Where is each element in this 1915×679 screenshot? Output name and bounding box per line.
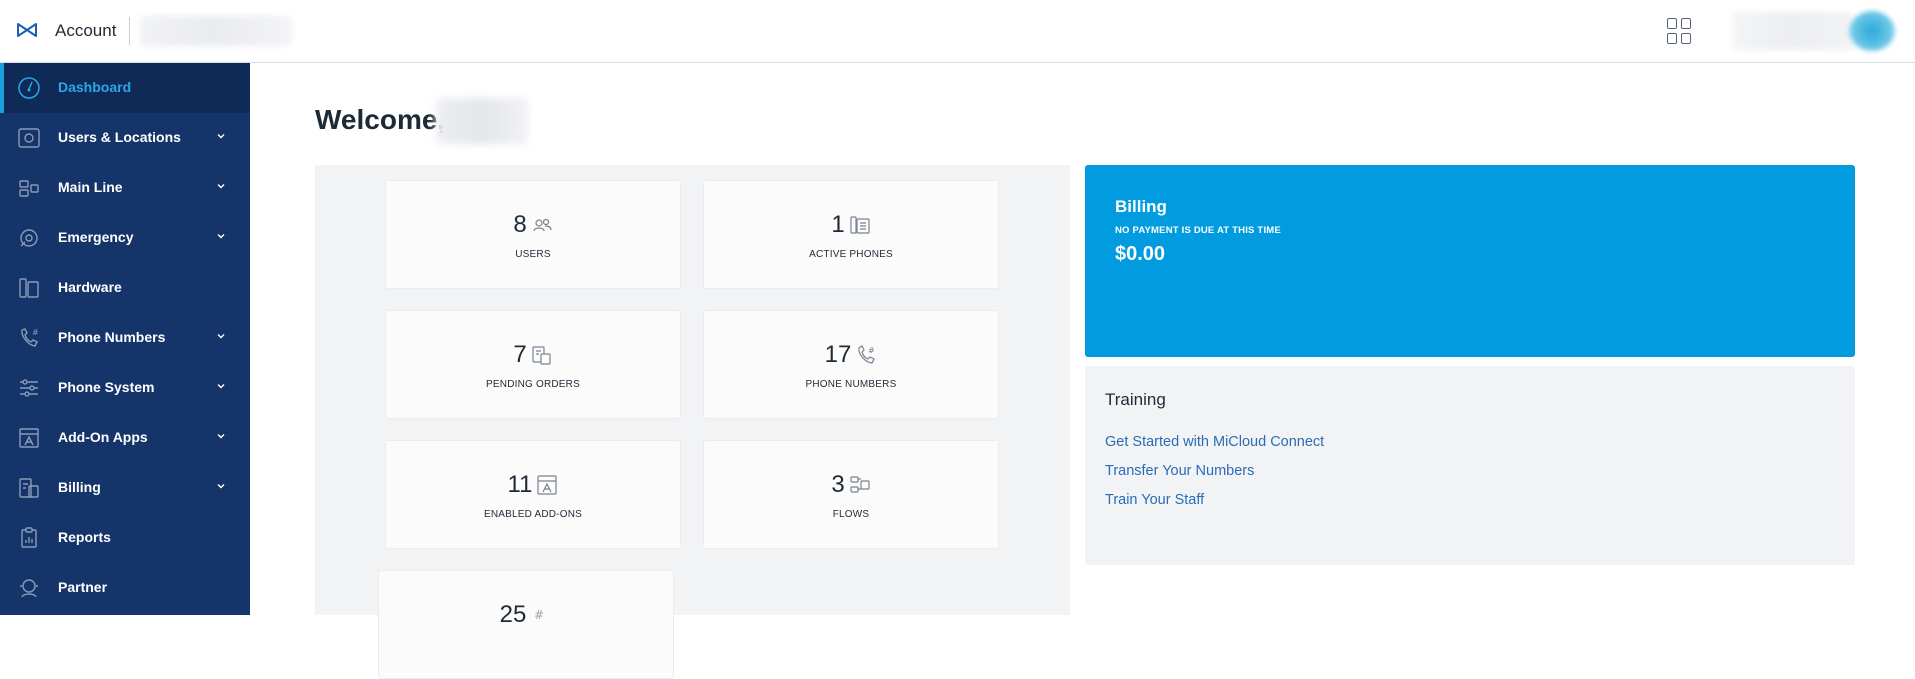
svg-text:#: # xyxy=(32,328,39,337)
chevron-down-icon xyxy=(217,184,225,189)
sidebar-item-label: Billing xyxy=(58,479,101,495)
sidebar-item-reports[interactable]: Reports xyxy=(0,513,250,563)
emergency-icon xyxy=(20,229,38,247)
sidebar-item-label: Phone Numbers xyxy=(58,329,166,345)
apps-store-icon xyxy=(537,475,558,495)
top-bar: Account xyxy=(0,0,1915,63)
training-card: Training Get Started with MiCloud Connec… xyxy=(1085,366,1855,565)
apps-grid-icon[interactable] xyxy=(1667,18,1691,44)
avatar[interactable] xyxy=(1849,11,1895,51)
sidebar-item-dashboard[interactable]: Dashboard xyxy=(0,63,250,113)
billing-card[interactable]: Billing NO PAYMENT IS DUE AT THIS TIME $… xyxy=(1085,165,1855,357)
users-icon xyxy=(533,218,552,232)
billing-title: Billing xyxy=(1115,197,1167,216)
user-menu[interactable] xyxy=(1733,10,1903,52)
stat-label: PENDING ORDERS xyxy=(486,379,580,390)
sliders-icon xyxy=(20,379,38,397)
sidebar-item-label: Hardware xyxy=(58,279,122,295)
training-link-get-started[interactable]: Get Started with MiCloud Connect xyxy=(1105,434,1324,450)
sidebar-item-partner[interactable]: Partner xyxy=(0,563,250,613)
stat-value: 7 xyxy=(513,341,527,368)
sidebar-item-users-locations[interactable]: Users & Locations xyxy=(0,113,250,163)
chevron-down-icon xyxy=(217,334,225,339)
stat-label: PHONE NUMBERS xyxy=(805,379,897,390)
stat-label: USERS xyxy=(515,249,551,260)
chevron-down-icon xyxy=(217,234,225,239)
stats-panel: 8 USERS 1 ACTIVE PHONES 7 PENDING ORDERS… xyxy=(315,165,1070,679)
title-divider xyxy=(129,17,130,45)
user-name-redacted xyxy=(1733,12,1853,50)
sidebar-item-label: Dashboard xyxy=(58,79,132,95)
partner-icon xyxy=(20,579,38,598)
location-pin-icon xyxy=(18,128,40,148)
stat-value: 25 xyxy=(499,601,527,628)
stat-label: ACTIVE PHONES xyxy=(809,249,893,260)
flows-icon xyxy=(850,476,870,493)
sidebar-item-hardware[interactable]: Hardware xyxy=(0,263,250,313)
sidebar-item-label: Main Line xyxy=(58,179,123,195)
chevron-down-icon xyxy=(217,484,225,489)
phone-hash-icon: # xyxy=(21,328,39,347)
training-link-train-staff[interactable]: Train Your Staff xyxy=(1105,492,1204,508)
sidebar-item-label: Users & Locations xyxy=(58,129,181,145)
billing-subtitle: NO PAYMENT IS DUE AT THIS TIME xyxy=(1115,225,1281,236)
main-line-icon xyxy=(19,180,39,197)
chevron-down-icon xyxy=(217,384,225,389)
sidebar-item-billing[interactable]: Billing xyxy=(0,463,250,513)
stat-label: ENABLED ADD-ONS xyxy=(483,509,583,520)
user-name-redacted xyxy=(436,98,528,144)
billing-amount: $0.00 xyxy=(1115,243,1166,265)
pending-orders-icon xyxy=(532,346,551,365)
sidebar-item-phone-numbers[interactable]: # Phone Numbers xyxy=(0,313,250,363)
stat-value: 11 xyxy=(507,471,533,498)
sidebar-item-phone-system[interactable]: Phone System xyxy=(0,363,250,413)
sidebar-item-main-line[interactable]: Main Line xyxy=(0,163,250,213)
sidebar-item-label: Reports xyxy=(58,529,111,545)
desk-phone-icon xyxy=(850,216,870,234)
stat-value: 3 xyxy=(831,471,845,498)
svg-text:#: # xyxy=(534,608,544,622)
micloud-logo-icon[interactable] xyxy=(17,22,37,38)
speedometer-icon xyxy=(18,77,40,99)
svg-text:#: # xyxy=(868,346,875,355)
sidebar-item-label: Add-On Apps xyxy=(58,429,148,445)
sidebar-item-add-on-apps[interactable]: Add-On Apps xyxy=(0,413,250,463)
reports-icon xyxy=(21,527,37,548)
phone-hash-icon: # xyxy=(858,345,875,364)
stat-card-users[interactable]: 8 USERS xyxy=(385,180,681,289)
stat-card-flows[interactable]: 3 FLOWS xyxy=(703,440,999,549)
stat-card-enabled-add-ons[interactable]: 11 ENABLED ADD-ONS xyxy=(385,440,681,549)
sidebar-item-label: Phone System xyxy=(58,379,155,395)
page-title: Welcome, xyxy=(315,104,446,135)
stat-card-pending-orders[interactable]: 7 PENDING ORDERS xyxy=(385,310,681,419)
account-name-redacted xyxy=(140,16,292,46)
sidebar-item-label: Emergency xyxy=(58,229,134,245)
sidebar: Dashboard Users & Locations Main Line Em… xyxy=(0,63,250,615)
stat-value: 17 xyxy=(824,341,852,368)
stat-label: FLOWS xyxy=(832,509,870,520)
hardware-icon xyxy=(19,278,39,298)
sidebar-item-label: Partner xyxy=(58,579,108,595)
stat-card-partial[interactable]: 25 # xyxy=(378,570,674,679)
billing-icon xyxy=(19,478,39,498)
stat-card-phone-numbers[interactable]: 17 # PHONE NUMBERS xyxy=(703,310,999,419)
chevron-down-icon xyxy=(217,434,225,439)
stat-value: 1 xyxy=(831,211,845,238)
app-title: Account xyxy=(55,21,117,40)
stat-value: 8 xyxy=(513,211,527,238)
training-title: Training xyxy=(1105,390,1166,409)
chevron-down-icon xyxy=(217,134,225,139)
sidebar-item-emergency[interactable]: Emergency xyxy=(0,213,250,263)
hash-icon: # xyxy=(534,608,544,622)
apps-store-icon xyxy=(19,428,39,448)
stat-card-active-phones[interactable]: 1 ACTIVE PHONES xyxy=(703,180,999,289)
training-link-transfer-numbers[interactable]: Transfer Your Numbers xyxy=(1105,463,1254,479)
